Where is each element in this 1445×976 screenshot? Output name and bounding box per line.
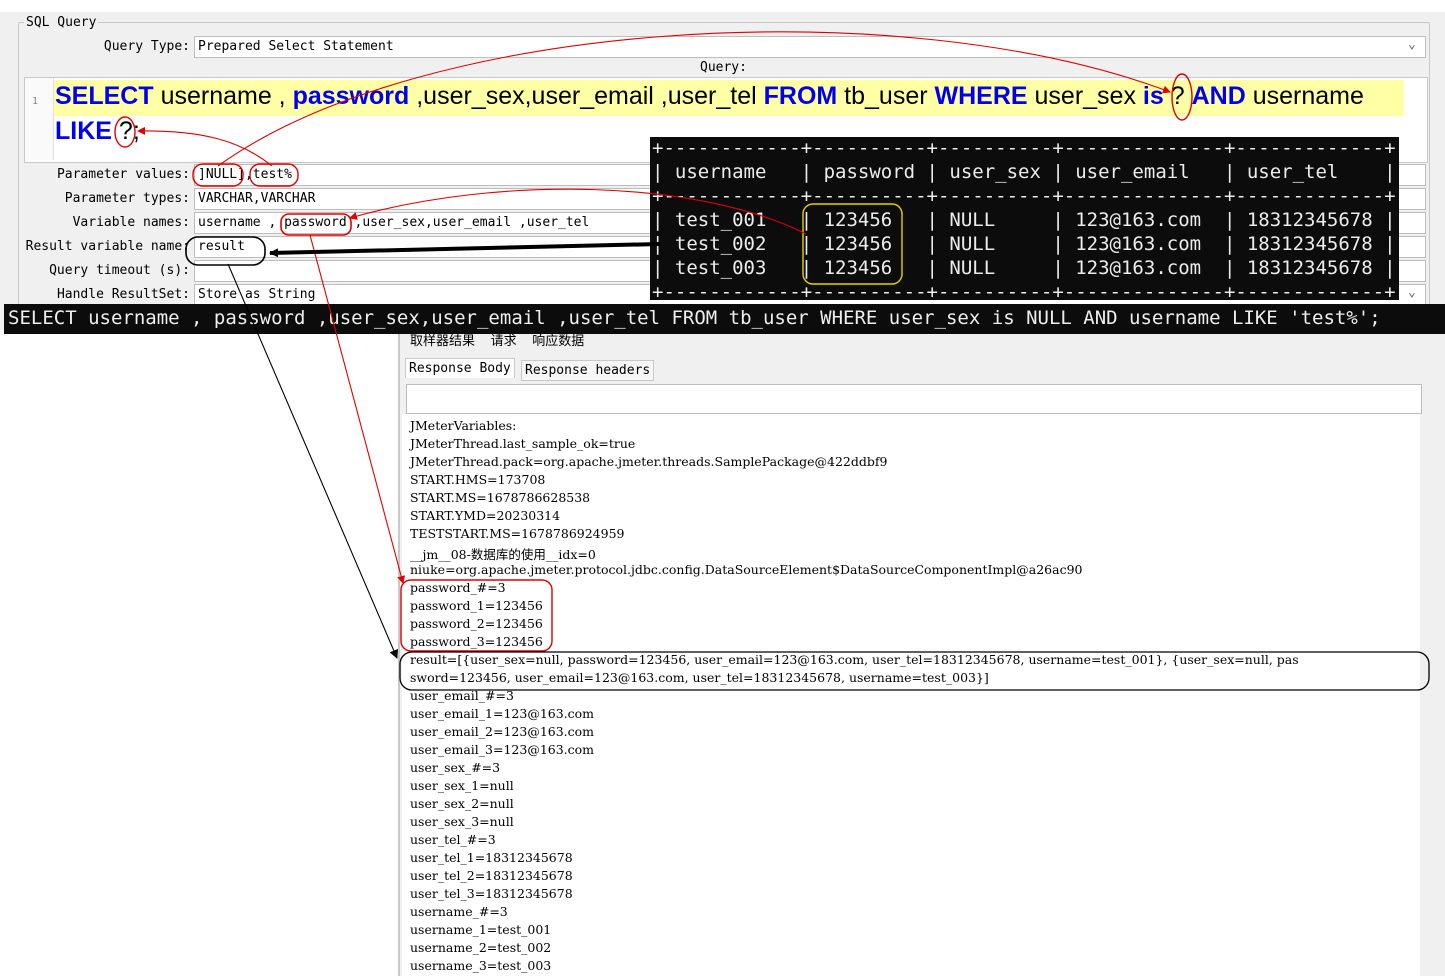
annotation-circle — [114, 116, 136, 148]
annotation-arrow — [227, 263, 398, 659]
annotation-box — [399, 651, 1430, 691]
annotation-box — [249, 163, 299, 187]
annotation-arrow — [217, 31, 1171, 167]
annotation-arrow — [269, 242, 661, 258]
annotation-box — [185, 236, 266, 266]
annotation-overlay — [114, 31, 1430, 691]
annotation-arrow — [309, 234, 406, 584]
annotation-arrow — [137, 126, 273, 167]
annotation-box — [192, 163, 244, 187]
annotation-box — [280, 213, 352, 236]
annotation-box — [802, 203, 903, 285]
annotation-box — [400, 579, 553, 652]
annotation-arrow — [349, 188, 807, 235]
annotation-circle — [1171, 73, 1193, 121]
